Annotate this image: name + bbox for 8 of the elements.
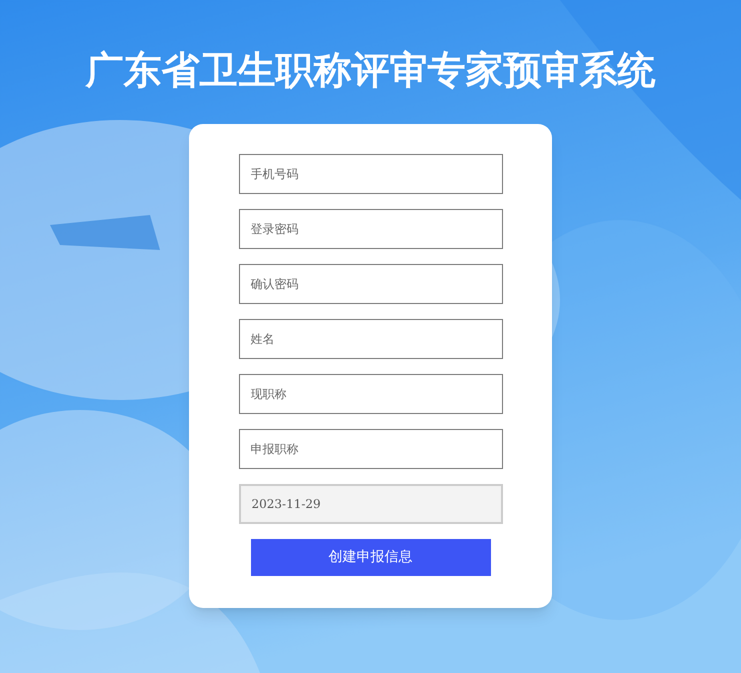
page-title: 广东省卫生职称评审专家预审系统: [86, 47, 656, 94]
input-field[interactable]: 手机号码: [238, 154, 502, 194]
input-field[interactable]: 现职称: [238, 374, 502, 414]
input-field[interactable]: 姓名: [238, 319, 502, 359]
create-button[interactable]: 创建申报信息: [250, 539, 490, 576]
input-field[interactable]: 登录密码: [238, 209, 502, 249]
input-field[interactable]: 确认密码: [238, 264, 502, 304]
input-field[interactable]: 申报职称: [238, 429, 502, 469]
